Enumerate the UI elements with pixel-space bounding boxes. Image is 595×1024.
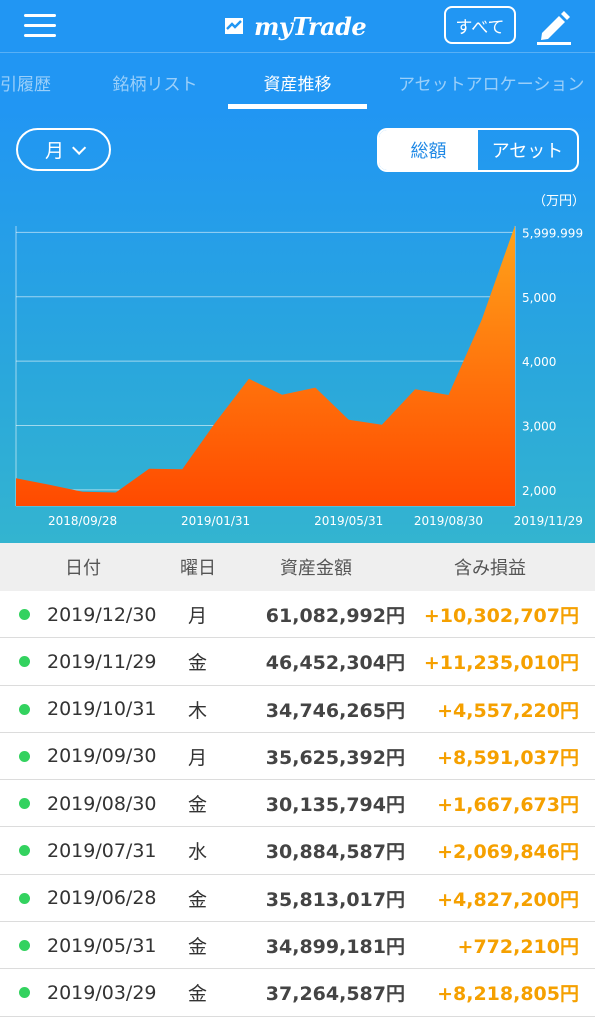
asset-area-chart: 2,000 3,000 4,000 5,000 5,999.999 2018/09/28 2… [15, 225, 583, 528]
table-row[interactable]: 2019/09/30 月 35,625,392円 +8,591,037円 [0, 733, 595, 781]
x-tick-label: 2019/01/31 [181, 514, 250, 528]
asset-area-series [16, 225, 515, 506]
x-tick-label: 2019/05/31 [314, 514, 383, 528]
status-dot-icon [19, 703, 30, 715]
status-dot-icon [19, 940, 30, 952]
table-row[interactable]: 2019/07/31 水 30,884,587円 +2,069,846円 [0, 827, 595, 875]
y-tick-label: 5,000 [522, 291, 556, 305]
table-row[interactable]: 2019/06/28 金 35,813,017円 +4,827,200円 [0, 875, 595, 923]
row-date: 2019/12/30 [47, 603, 157, 626]
table-row[interactable]: 2019/12/30 月 61,082,992円 +10,302,707円 [0, 591, 595, 639]
status-dot-icon [19, 798, 30, 810]
tab-transaction-history[interactable]: 引履歴 [0, 53, 51, 111]
status-dot-icon [19, 656, 30, 668]
tab-bar: 引履歴 銘柄リスト 資産推移 アセットアロケーション [0, 52, 595, 110]
row-amount: 37,264,587円 [265, 983, 405, 1006]
tab-stock-list[interactable]: 銘柄リスト [100, 53, 210, 111]
row-unrealized-pl: +8,218,805円 [437, 983, 579, 1006]
app-logo: myTrade [222, 8, 367, 44]
table-row[interactable]: 2019/05/31 金 34,899,181円 +772,210円 [0, 922, 595, 970]
hamburger-menu-icon[interactable] [24, 14, 56, 38]
y-tick-label: 3,000 [522, 420, 556, 434]
header-unrealized-pl: 含み損益 [454, 558, 526, 579]
row-date: 2019/11/29 [47, 650, 157, 673]
header-amount: 資産金額 [280, 558, 352, 579]
row-day: 水 [188, 841, 208, 864]
row-amount: 61,082,992円 [265, 605, 405, 627]
row-unrealized-pl: +8,591,037円 [437, 746, 579, 769]
row-date: 2019/09/30 [47, 745, 157, 768]
y-tick-label: 5,999.999 [522, 226, 583, 240]
row-day: 金 [188, 888, 208, 911]
row-date: 2019/03/29 [47, 981, 157, 1004]
active-tab-indicator [228, 104, 367, 109]
tab-asset-allocation[interactable]: アセットアロケーション [398, 53, 595, 111]
tab-asset-trend[interactable]: 資産推移 [228, 53, 367, 111]
row-amount: 34,746,265円 [265, 699, 405, 722]
header-date: 日付 [65, 558, 101, 579]
table-row[interactable]: 2019/10/31 木 34,746,265円 +4,557,220円 [0, 686, 595, 733]
row-amount: 30,884,587円 [265, 841, 405, 864]
row-amount: 35,625,392円 [265, 746, 405, 769]
row-amount: 35,813,017円 [265, 888, 405, 911]
row-unrealized-pl: +4,557,220円 [437, 699, 579, 722]
status-dot-icon [19, 892, 30, 904]
row-day: 月 [188, 605, 208, 627]
status-dot-icon [19, 609, 30, 620]
row-day: 金 [188, 936, 208, 959]
x-tick-label: 2018/09/28 [48, 514, 117, 528]
row-amount: 30,135,794円 [265, 794, 405, 817]
row-unrealized-pl: +2,069,846円 [437, 841, 579, 864]
table-row[interactable]: 2019/11/29 金 46,452,304円 +11,235,010円 [0, 638, 595, 686]
row-date: 2019/05/31 [47, 934, 157, 957]
row-unrealized-pl: +772,210円 [457, 936, 579, 959]
row-day: 金 [188, 983, 208, 1006]
chart-panel: 月 総額 アセット （万円） 2,000 3,000 4,000 5,000 5,999… [0, 110, 595, 543]
row-unrealized-pl: +1,667,673円 [437, 794, 579, 817]
row-date: 2019/08/30 [47, 792, 157, 815]
table-row[interactable]: 2019/08/30 金 30,135,794円 +1,667,673円 [0, 780, 595, 828]
all-accounts-button[interactable]: すべて [444, 6, 516, 44]
row-amount: 46,452,304円 [265, 652, 405, 675]
x-tick-label: 2019/08/30 [414, 514, 483, 528]
row-amount: 34,899,181円 [265, 936, 405, 959]
row-day: 木 [188, 699, 208, 722]
header-day: 曜日 [180, 558, 216, 579]
row-unrealized-pl: +4,827,200円 [437, 888, 579, 911]
app-name: myTrade [254, 11, 367, 41]
app-header: myTrade すべて [0, 0, 595, 52]
pencil-icon[interactable] [534, 6, 574, 46]
asset-history-list: 2019/12/30 月 61,082,992円 +10,302,707円 2019/1… [0, 591, 595, 1017]
table-header: 日付 曜日 資産金額 含み損益 [0, 543, 595, 591]
logo-mark-icon [225, 18, 243, 34]
y-tick-label: 2,000 [522, 484, 556, 498]
row-unrealized-pl: +10,302,707円 [423, 605, 579, 627]
row-day: 月 [188, 746, 208, 769]
row-date: 2019/10/31 [47, 698, 157, 721]
row-unrealized-pl: +11,235,010円 [423, 652, 579, 675]
x-tick-label: 2019/11/29 [514, 514, 583, 528]
status-dot-icon [19, 845, 30, 857]
row-date: 2019/07/31 [47, 839, 157, 862]
status-dot-icon [19, 750, 30, 762]
status-dot-icon [19, 987, 30, 999]
row-day: 金 [188, 652, 208, 675]
table-row[interactable]: 2019/03/29 金 37,264,587円 +8,218,805円 [0, 969, 595, 1017]
row-day: 金 [188, 794, 208, 817]
row-date: 2019/06/28 [47, 887, 157, 910]
y-tick-label: 4,000 [522, 355, 556, 369]
